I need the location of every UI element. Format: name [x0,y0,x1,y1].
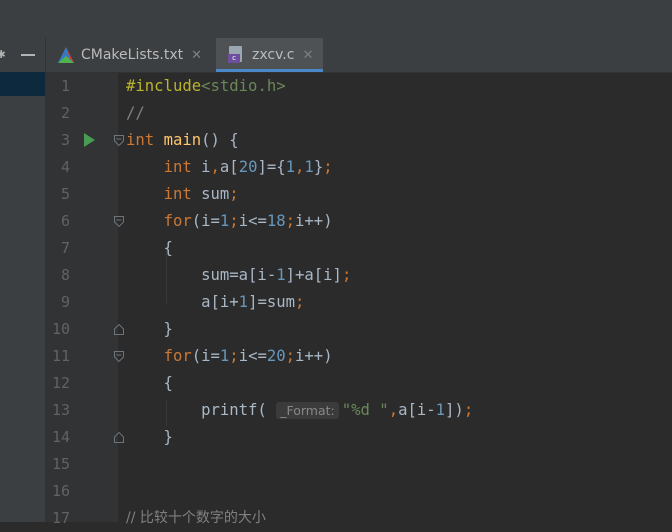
code-text: for(i=1;i<=18;i++) [163,212,333,230]
active-tab-indicator [216,69,323,72]
code-text: int sum; [163,185,239,203]
code-line: 13 printf( _Format: "%d ",a[i-1]); [46,397,672,424]
title-bar [0,0,672,39]
code-line: 4 int i,a[20]={1,1}; [46,154,672,181]
code-line: 3 int main() { [46,127,672,154]
line-number: 5 [60,185,70,203]
code-line: 8 sum=a[i-1]+a[i]; [46,262,672,289]
line-number: 7 [60,239,70,257]
fold-icon[interactable] [114,216,124,227]
line-number: 1 [60,77,70,95]
code-text: int i,a[20]={1,1}; [163,158,333,176]
line-number: 12 [51,374,70,392]
line-number: 4 [60,158,70,176]
line-number: 16 [51,482,70,500]
code-text: printf( _Format: "%d ",a[i-1]); [126,401,474,419]
code-text: int main() { [126,131,239,149]
line-number: 3 [60,131,70,149]
tab-zxcv-c[interactable]: c zxcv.c ✕ [216,38,323,72]
minimize-icon[interactable] [21,54,35,56]
code-line: 9 a[i+1]=sum; [46,289,672,316]
line-number: 6 [60,212,70,230]
code-text: // [126,104,145,122]
tab-cmakelists[interactable]: CMakeLists.txt ✕ [58,38,216,72]
code-text: { [126,374,173,392]
code-line: 10 } [46,316,672,343]
code-text: } [126,320,173,338]
code-text: for(i=1;i<=20;i++) [163,347,333,365]
code-line: 15 [46,451,672,478]
code-line: 1 #include<stdio.h> [46,73,672,100]
tab-label: zxcv.c [252,47,295,63]
line-number: 11 [51,347,70,365]
gear-icon[interactable]: ✱ [0,45,5,63]
code-text: sum=a[i-1]+a[i]; [126,266,352,284]
fold-end-icon[interactable] [114,432,124,443]
selected-tree-item[interactable] [0,72,45,96]
code-line: 11 for(i=1;i<=20;i++) [46,343,672,370]
code-text: a[i+1]=sum; [126,293,305,311]
code-line: 5 int sum; [46,181,672,208]
code-text: } [126,428,173,446]
fold-icon[interactable] [114,135,124,146]
close-icon[interactable]: ✕ [302,48,313,63]
line-number: 2 [60,104,70,122]
fold-end-icon[interactable] [114,324,124,335]
code-text: { [126,239,173,257]
run-icon[interactable] [84,133,95,147]
code-line: 6 for(i=1;i<=18;i++) [46,208,672,235]
code-text: #include<stdio.h> [126,77,286,95]
line-number: 14 [51,428,70,446]
code-line: 16 [46,478,672,505]
project-panel-toolbar: ✱ [0,38,45,72]
tab-label: CMakeLists.txt [81,47,184,63]
line-number: 13 [51,401,70,419]
line-number: 8 [60,266,70,284]
code-text: // 比较十个数字的大小 [126,510,266,526]
fold-icon[interactable] [114,351,124,362]
code-line: 17 // 比较十个数字的大小 [46,505,672,532]
code-editor[interactable]: 1 #include<stdio.h> 2 // 3 int main() { … [46,73,672,527]
c-file-icon: c [228,46,244,64]
cmake-icon [58,47,74,63]
project-panel: ✱ [0,38,46,522]
code-line: 7 { [46,235,672,262]
line-number: 17 [51,509,70,527]
close-icon[interactable]: ✕ [191,48,202,63]
line-number: 10 [51,320,70,338]
parameter-hint: _Format: [276,402,339,419]
line-number: 9 [60,293,70,311]
line-number: 15 [51,455,70,473]
code-line: 14 } [46,424,672,451]
code-line: 12 { [46,370,672,397]
editor-tab-bar: CMakeLists.txt ✕ c zxcv.c ✕ [46,38,672,73]
code-line: 2 // [46,100,672,127]
